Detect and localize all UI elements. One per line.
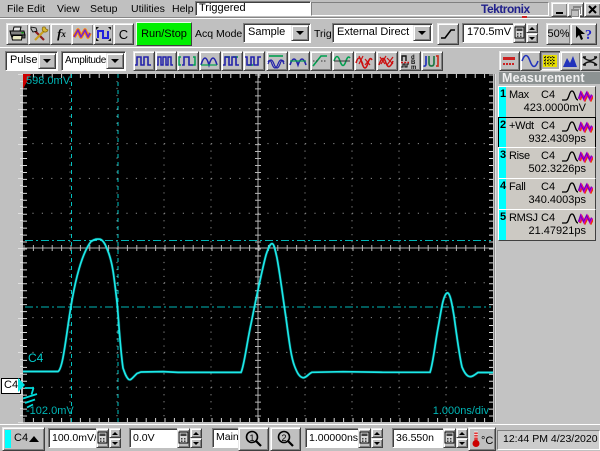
svg-text:1: 1 xyxy=(250,433,255,443)
svg-text:m: m xyxy=(411,65,416,69)
svg-text:?: ? xyxy=(585,28,592,43)
svg-text:°C: °C xyxy=(481,435,493,447)
svg-text:2: 2 xyxy=(282,433,287,443)
